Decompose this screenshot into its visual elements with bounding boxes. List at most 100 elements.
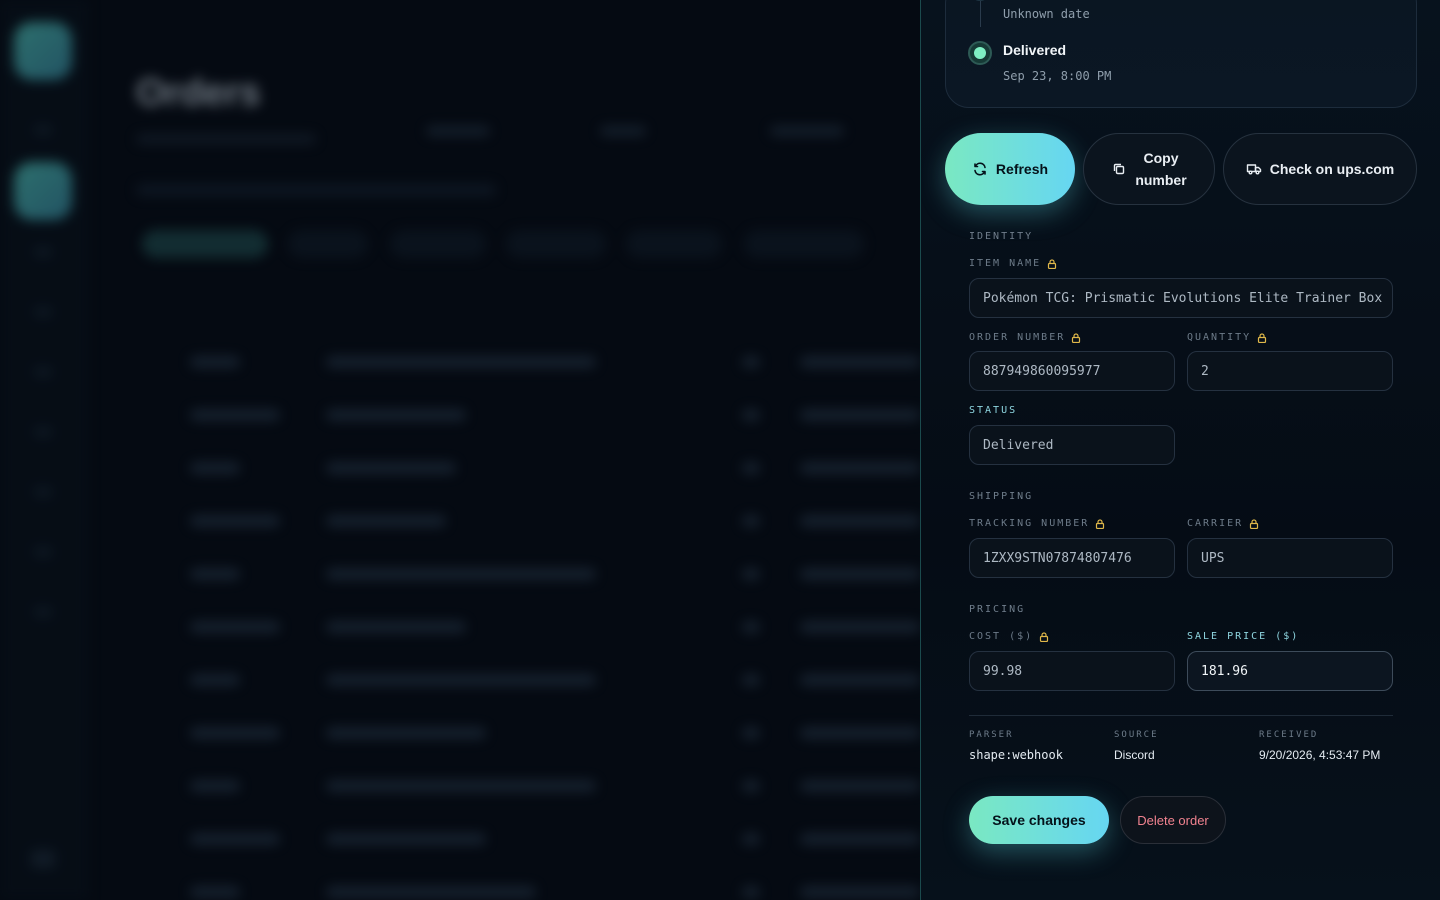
- background-table-cell: [800, 462, 920, 474]
- background-table-cell: [190, 780, 240, 792]
- truck-icon: [1246, 164, 1261, 175]
- sale-price-label: SALE PRICE ($): [1187, 631, 1300, 642]
- background-table-cell: [742, 780, 760, 792]
- background-table-cell: [190, 727, 280, 739]
- background-table-row: [136, 448, 936, 488]
- background-table-cell: [742, 833, 760, 845]
- refresh-icon: [974, 162, 986, 176]
- refresh-label: Refresh: [995, 161, 1049, 177]
- background-table-row: [136, 660, 936, 700]
- shipping-section-title: SHIPPING: [969, 491, 1034, 502]
- source-label: SOURCE: [1114, 730, 1159, 740]
- item-name-label-text: ITEM NAME: [969, 258, 1042, 269]
- item-name-field[interactable]: Pokémon TCG: Prismatic Evolutions Elite …: [969, 278, 1393, 318]
- background-table-cell: [190, 515, 280, 527]
- background-stat: [770, 126, 844, 136]
- order-number-label-text: ORDER NUMBER: [969, 332, 1066, 343]
- sale-price-field[interactable]: 181.96: [1187, 651, 1393, 691]
- background-filter-chip: [142, 230, 268, 258]
- background-nav-item: [34, 248, 52, 256]
- status-select[interactable]: Delivered: [969, 425, 1175, 465]
- background-table-cell: [326, 621, 466, 633]
- background-nav-item: [34, 428, 52, 436]
- background-nav-item: [34, 488, 52, 496]
- background-table-cell: [800, 515, 920, 527]
- background-stat: [426, 126, 490, 136]
- background-table-cell: [326, 674, 596, 686]
- background-table-row: [136, 501, 936, 541]
- timeline-connector: [980, 1, 981, 27]
- background-nav-item: [34, 368, 52, 376]
- background-table-cell: [326, 356, 596, 368]
- background-table-cell: [742, 727, 760, 739]
- background-table-cell: [190, 621, 280, 633]
- save-changes-button[interactable]: Save changes: [969, 796, 1109, 844]
- background-table-cell: [190, 833, 280, 845]
- background-table-row: [136, 607, 936, 647]
- check-carrier-button[interactable]: Check on ups.com: [1223, 133, 1417, 205]
- background-search: [136, 184, 496, 196]
- background-table-cell: [326, 409, 466, 421]
- copy-icon: [1114, 163, 1125, 175]
- background-table-cell: [800, 727, 920, 739]
- background-nav-active: [14, 162, 72, 220]
- lock-icon: [1250, 518, 1259, 529]
- parser-value: shape:webhook: [969, 748, 1063, 762]
- background-table-cell: [742, 356, 760, 368]
- status-label: STATUS: [969, 405, 1018, 416]
- background-table-cell: [742, 409, 760, 421]
- order-number-field[interactable]: 887949860095977: [969, 351, 1175, 391]
- background-table-cell: [742, 515, 760, 527]
- background-table-cell: [326, 833, 486, 845]
- quantity-label-text: QUANTITY: [1187, 332, 1252, 343]
- cost-label-text: COST ($): [969, 631, 1034, 642]
- background-subtitle: [136, 134, 316, 144]
- background-table-cell: [190, 568, 240, 580]
- background-table-cell: [742, 674, 760, 686]
- save-changes-label: Save changes: [992, 812, 1086, 828]
- parser-label: PARSER: [969, 730, 1014, 740]
- copy-number-button[interactable]: Copy number: [1083, 133, 1215, 205]
- background-table-cell: [326, 727, 486, 739]
- background-table-cell: [800, 409, 920, 421]
- background-avatar: [31, 850, 55, 868]
- background-table-cell: [190, 886, 240, 898]
- background-filter-chip: [744, 230, 864, 258]
- background-table-row: [136, 395, 936, 435]
- received-value: 9/20/2026, 4:53:47 PM: [1259, 748, 1381, 762]
- background-table-cell: [190, 674, 240, 686]
- timeline-previous-date: Unknown date: [1003, 7, 1090, 21]
- timeline-dot-delivered: [968, 41, 992, 65]
- background-table-cell: [326, 568, 596, 580]
- item-name-label: ITEM NAME: [969, 258, 1057, 269]
- check-carrier-label: Check on ups.com: [1269, 161, 1395, 177]
- background-stat: [600, 126, 646, 136]
- lock-icon: [1072, 332, 1081, 343]
- cost-field[interactable]: 99.98: [969, 651, 1175, 691]
- background-table-row: [136, 766, 936, 806]
- background-table-cell: [742, 568, 760, 580]
- background-table-cell: [800, 833, 920, 845]
- lock-icon: [1040, 631, 1049, 642]
- quantity-field[interactable]: 2: [1187, 351, 1393, 391]
- background-nav-item: [34, 308, 52, 316]
- background-sidebar: [0, 0, 88, 900]
- copy-label-line1: Copy: [1143, 150, 1179, 166]
- background-table-row: [136, 713, 936, 753]
- background-nav-item: [34, 608, 52, 616]
- background-table-cell: [800, 886, 920, 898]
- background-logo: [14, 22, 72, 80]
- carrier-field[interactable]: UPS: [1187, 538, 1393, 578]
- delete-order-label: Delete order: [1137, 812, 1209, 828]
- tracking-number-label: TRACKING NUMBER: [969, 518, 1105, 529]
- tracking-number-field[interactable]: 1ZXX9STN07874807476: [969, 538, 1175, 578]
- background-table-row: [136, 554, 936, 594]
- refresh-button[interactable]: Refresh: [945, 133, 1075, 205]
- background-table-cell: [742, 462, 760, 474]
- pricing-section-title: PRICING: [969, 604, 1026, 615]
- background-page-title: Orders: [136, 72, 261, 114]
- background-table-cell: [742, 886, 760, 898]
- background-table-cell: [326, 886, 536, 898]
- delete-order-button[interactable]: Delete order: [1120, 796, 1226, 844]
- background-table-row: [136, 872, 936, 900]
